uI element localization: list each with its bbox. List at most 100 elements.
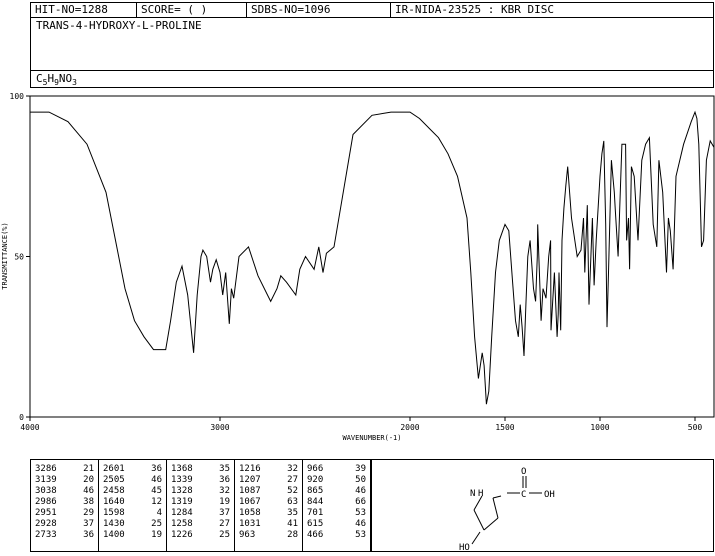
peak-transmittance: 66	[355, 497, 366, 507]
peak-transmittance: 19	[151, 530, 162, 540]
peak-wavenumber: 1368	[171, 464, 193, 474]
peak-wavenumber: 920	[307, 475, 324, 485]
peak-wavenumber: 1087	[239, 486, 261, 496]
peak-row: 1067 63	[235, 497, 302, 508]
peak-wavenumber: 1058	[239, 508, 261, 518]
peak-wavenumber: 2601	[103, 464, 125, 474]
peak-wavenumber: 2928	[35, 519, 57, 529]
peak-column: 2601 36 2505 46 2458 45 1640 12 1598 4 1430 25 1400 1…	[99, 460, 167, 551]
structure-panel: N H C O OH HO	[371, 460, 713, 553]
peak-wavenumber: 1207	[239, 475, 261, 485]
peak-column: 966 39 920 50 865 46 844 66 701 53 615 46 466 53	[303, 460, 371, 551]
peak-row: 3286 21	[31, 464, 98, 475]
peak-row: 3038 46	[31, 486, 98, 497]
peak-row: 1430 25	[99, 519, 166, 530]
peak-transmittance: 25	[219, 530, 230, 540]
peak-transmittance: 37	[83, 519, 94, 529]
peak-wavenumber: 3038	[35, 486, 57, 496]
peak-row: 466 53	[303, 530, 370, 541]
structure-c-label: C	[521, 490, 526, 500]
peak-wavenumber: 615	[307, 519, 324, 529]
peak-transmittance: 27	[219, 519, 230, 529]
peak-row: 1226 25	[167, 530, 234, 541]
peak-transmittance: 63	[287, 497, 298, 507]
structure-o-top-label: O	[521, 467, 526, 477]
peak-transmittance: 28	[287, 530, 298, 540]
peak-transmittance: 4	[156, 508, 162, 518]
peak-wavenumber: 1284	[171, 508, 193, 518]
peak-transmittance: 53	[355, 530, 366, 540]
peak-wavenumber: 1319	[171, 497, 193, 507]
peak-transmittance: 29	[83, 508, 94, 518]
peak-row: 3139 20	[31, 475, 98, 486]
y-tick-label: 100	[10, 92, 25, 101]
peak-transmittance: 19	[219, 497, 230, 507]
peak-wavenumber: 1598	[103, 508, 125, 518]
peak-transmittance: 27	[287, 475, 298, 485]
structure-oh-label: OH	[544, 490, 555, 500]
peak-wavenumber: 1067	[239, 497, 261, 507]
peak-row: 1328 32	[167, 486, 234, 497]
peak-row: 2505 46	[99, 475, 166, 486]
peak-wavenumber: 1339	[171, 475, 193, 485]
structure-n-label: N	[470, 489, 475, 499]
peak-row: 1216 32	[235, 464, 302, 475]
peak-row: 2951 29	[31, 508, 98, 519]
peak-transmittance: 12	[151, 497, 162, 507]
peak-transmittance: 25	[151, 519, 162, 529]
peak-wavenumber: 1031	[239, 519, 261, 529]
peak-transmittance: 46	[151, 475, 162, 485]
peak-row: 2986 38	[31, 497, 98, 508]
peak-row: 701 53	[303, 508, 370, 519]
peak-wavenumber: 844	[307, 497, 324, 507]
peak-transmittance: 32	[219, 486, 230, 496]
peak-wavenumber: 1216	[239, 464, 261, 474]
peak-column: 1216 32 1207 27 1087 52 1067 63 1058 35 1031 41 963 2…	[235, 460, 303, 551]
peak-row: 1058 35	[235, 508, 302, 519]
peak-wavenumber: 3286	[35, 464, 57, 474]
peak-wavenumber: 3139	[35, 475, 57, 485]
peak-row: 1087 52	[235, 486, 302, 497]
spectrum-line	[30, 110, 715, 405]
x-tick-label: 4000	[20, 423, 39, 432]
peak-wavenumber: 466	[307, 530, 324, 540]
peak-transmittance: 35	[287, 508, 298, 518]
peak-row: 1598 4	[99, 508, 166, 519]
peak-wavenumber: 1258	[171, 519, 193, 529]
y-axis-label: TRANSMITTANCE(%)	[1, 222, 9, 289]
peak-row: 1319 19	[167, 497, 234, 508]
peak-wavenumber: 1430	[103, 519, 125, 529]
ir-spectrum-chart: 0 50 100 4000 3000 2000 1500 1000 500 WAVENUMBE…	[1, 92, 715, 442]
peak-row: 1640 12	[99, 497, 166, 508]
peak-table-box: 3286 21 3139 20 3038 46 2986 38 2951 29 2928 37 2733…	[30, 459, 714, 553]
peak-row: 920 50	[303, 475, 370, 486]
peak-wavenumber: 701	[307, 508, 324, 518]
plot-frame	[29, 95, 715, 418]
peak-wavenumber: 1226	[171, 530, 193, 540]
peak-wavenumber: 963	[239, 530, 256, 540]
peak-row: 1339 36	[167, 475, 234, 486]
x-tick-label: 2000	[400, 423, 419, 432]
peak-wavenumber: 2733	[35, 530, 57, 540]
y-tick-label: 0	[19, 413, 24, 422]
peak-transmittance: 38	[83, 497, 94, 507]
peak-row: 2733 36	[31, 530, 98, 541]
peak-row: 966 39	[303, 464, 370, 475]
peak-row: 2601 36	[99, 464, 166, 475]
peak-row: 1258 27	[167, 519, 234, 530]
y-tick-label: 50	[14, 253, 24, 262]
peak-row: 615 46	[303, 519, 370, 530]
peak-transmittance: 36	[151, 464, 162, 474]
peak-transmittance: 37	[219, 508, 230, 518]
peak-wavenumber: 1328	[171, 486, 193, 496]
peak-transmittance: 41	[287, 519, 298, 529]
peak-transmittance: 46	[83, 486, 94, 496]
peak-row: 1400 19	[99, 530, 166, 541]
peak-transmittance: 45	[151, 486, 162, 496]
peak-transmittance: 50	[355, 475, 366, 485]
peak-wavenumber: 2951	[35, 508, 57, 518]
peak-wavenumber: 1640	[103, 497, 125, 507]
structure-drawing: N H C O OH HO	[459, 467, 555, 553]
peak-row: 2928 37	[31, 519, 98, 530]
peak-row: 865 46	[303, 486, 370, 497]
